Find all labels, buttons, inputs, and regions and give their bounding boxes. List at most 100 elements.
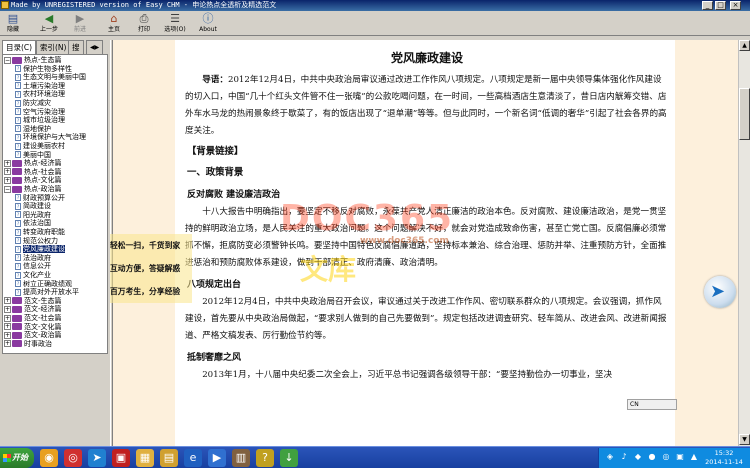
tab-index[interactable]: 索引(N): [36, 40, 71, 54]
vertical-scrollbar[interactable]: ▲ ▼: [738, 40, 750, 446]
tree-folder[interactable]: + 时事政治: [4, 340, 52, 349]
scroll-down-arrow[interactable]: ▼: [739, 434, 750, 445]
book-icon: [12, 159, 22, 167]
options-label: 选项(O): [164, 26, 186, 33]
tree-folder[interactable]: − 热点-生态篇: [4, 56, 62, 65]
tree-item[interactable]: ? 环境保护与大气治理: [15, 133, 86, 142]
tree-item-label: 范文-文化篇: [24, 322, 62, 331]
book-icon: [12, 331, 22, 339]
tree-item[interactable]: ? 提高对外开放水平: [15, 288, 79, 297]
clock[interactable]: 15:32 2014-11-14: [701, 449, 747, 467]
page-icon: ?: [15, 262, 21, 270]
sync-icon[interactable]: ◎: [661, 452, 671, 462]
tree-folder[interactable]: + 范文-政治篇: [4, 331, 62, 340]
tree-folder[interactable]: + 范文-经济篇: [4, 305, 62, 314]
collapse-icon[interactable]: −: [4, 56, 11, 64]
expand-icon[interactable]: +: [4, 331, 11, 339]
tree-item[interactable]: ? 防灾减灾: [15, 99, 51, 108]
download-icon[interactable]: ↓: [280, 449, 298, 467]
home-button[interactable]: ⌂ 主页: [105, 12, 123, 35]
expand-icon[interactable]: +: [4, 297, 11, 305]
media-icon[interactable]: ▶: [208, 449, 226, 467]
tree-item[interactable]: ? 简政建设: [15, 202, 51, 211]
volume-icon[interactable]: ♪: [619, 452, 629, 462]
title-bar[interactable]: Made by UNREGISTERED version of Easy CHM…: [0, 0, 750, 11]
chm-viewer-window: Made by UNREGISTERED version of Easy CHM…: [0, 0, 750, 446]
tree-item[interactable]: ? 空气污染治理: [15, 108, 65, 117]
close-button[interactable]: ×: [730, 1, 741, 10]
tab-contents[interactable]: 目录(C): [2, 40, 37, 55]
print-label: 打印: [137, 26, 150, 33]
tree-item[interactable]: ? 规范公权力: [15, 237, 58, 246]
scroll-up-arrow[interactable]: ▲: [739, 40, 750, 51]
tree-item-label: 环境保护与大气治理: [23, 133, 86, 142]
page-icon: ?: [15, 280, 21, 288]
contents-tree[interactable]: − 热点-生态篇? 保护生物多样性? 生态文明与美丽中国? 土壤污染治理? 农村环境治理?…: [2, 54, 108, 354]
chm-icon[interactable]: ?: [256, 449, 274, 467]
about-button[interactable]: ⓘ About: [198, 12, 218, 35]
home-icon: ⌂: [110, 12, 118, 25]
options-button[interactable]: ☰ 选项(O): [162, 12, 188, 35]
tree-item[interactable]: ? 城市垃圾治理: [15, 116, 65, 125]
tree-folder[interactable]: − 热点-政治篇: [4, 185, 62, 194]
bird-app-icon[interactable]: ➤: [88, 449, 106, 467]
tree-item[interactable]: ? 转变政府职能: [15, 228, 65, 237]
tree-item[interactable]: ? 建设美丽农村: [15, 142, 65, 151]
page-icon: ?: [15, 219, 21, 227]
tree-item[interactable]: ? 农村环境治理: [15, 90, 65, 99]
ime-toolbar[interactable]: CN: [627, 399, 677, 410]
tree-folder[interactable]: + 范文-社会篇: [4, 314, 62, 323]
tab-search[interactable]: 搜: [68, 40, 84, 54]
tree-item[interactable]: ? 信息公开: [15, 262, 51, 271]
back-button[interactable]: ◀ 上一步: [37, 12, 61, 35]
expand-icon[interactable]: +: [4, 323, 11, 331]
taskbar: 开始 ◉ ◎ ➤ ▣ ▦ ▤ e ▶ ▥? ↓ ◈ ♪ ◆ ● ◎ ▣ ▲ 15:32 2014-…: [0, 446, 750, 468]
tree-item[interactable]: ? 财政预算公开: [15, 194, 65, 203]
expand-icon[interactable]: +: [4, 305, 11, 313]
floating-bird-widget[interactable]: ➤: [704, 276, 736, 308]
tree-item[interactable]: ? 美丽中国: [15, 151, 51, 160]
browser-icon[interactable]: ◉: [40, 449, 58, 467]
tab-scroll-arrows[interactable]: ◀▶: [86, 40, 104, 54]
start-button[interactable]: 开始: [0, 448, 34, 468]
expand-icon[interactable]: +: [4, 168, 11, 176]
tree-item-label: 美丽中国: [23, 150, 51, 159]
tree-folder[interactable]: + 热点-文化篇: [4, 176, 62, 185]
forward-button[interactable]: ▶ 前进: [70, 12, 90, 35]
tree-item[interactable]: ? 依法治国: [15, 219, 51, 228]
tree-item[interactable]: ? 党风廉政建设: [15, 245, 65, 254]
update-icon[interactable]: ●: [647, 452, 657, 462]
security-icon[interactable]: ◆: [633, 452, 643, 462]
print-button[interactable]: ⎙ 打印: [135, 12, 153, 35]
tree-item[interactable]: ? 文化产业: [15, 271, 51, 280]
page-icon: ?: [15, 271, 21, 279]
red-app-icon[interactable]: ▣: [112, 449, 130, 467]
maximize-button[interactable]: □: [715, 1, 726, 10]
scroll-thumb[interactable]: [739, 88, 750, 140]
tree-folder[interactable]: + 热点-经济篇: [4, 159, 62, 168]
minimize-button[interactable]: _: [702, 1, 713, 10]
explorer-icon[interactable]: ▦: [136, 449, 154, 467]
ie-icon[interactable]: e: [184, 449, 202, 467]
tree-item[interactable]: ? 树立正确政绩观: [15, 280, 72, 289]
expand-icon[interactable]: +: [4, 314, 11, 322]
network-icon[interactable]: ◈: [605, 452, 615, 462]
tree-folder[interactable]: + 范文-文化篇: [4, 323, 62, 332]
page-icon: ?: [15, 108, 21, 116]
input-icon[interactable]: ▣: [675, 452, 685, 462]
tree-item[interactable]: ? 保护生物多样性: [15, 65, 72, 74]
subheading-anticorruption: 反对腐败 建设廉洁政治: [187, 190, 281, 200]
hide-button[interactable]: ▤ 隐藏: [3, 12, 23, 35]
tree-item-label: 土壤污染治理: [23, 81, 65, 90]
subheading-eight-rules: 八项规定出台: [187, 280, 242, 290]
collapse-icon[interactable]: −: [4, 185, 11, 193]
folder-icon[interactable]: ▤: [160, 449, 178, 467]
expand-icon[interactable]: +: [4, 340, 11, 348]
tree-item-label: 湿地保护: [23, 124, 51, 133]
tree-item[interactable]: ? 生态文明与美丽中国: [15, 73, 86, 82]
expand-icon[interactable]: +: [4, 159, 11, 167]
expand-icon[interactable]: +: [4, 176, 11, 184]
archive-icon[interactable]: ▥: [232, 449, 250, 467]
power-icon[interactable]: ▲: [689, 452, 699, 462]
chrome-icon[interactable]: ◎: [64, 449, 82, 467]
